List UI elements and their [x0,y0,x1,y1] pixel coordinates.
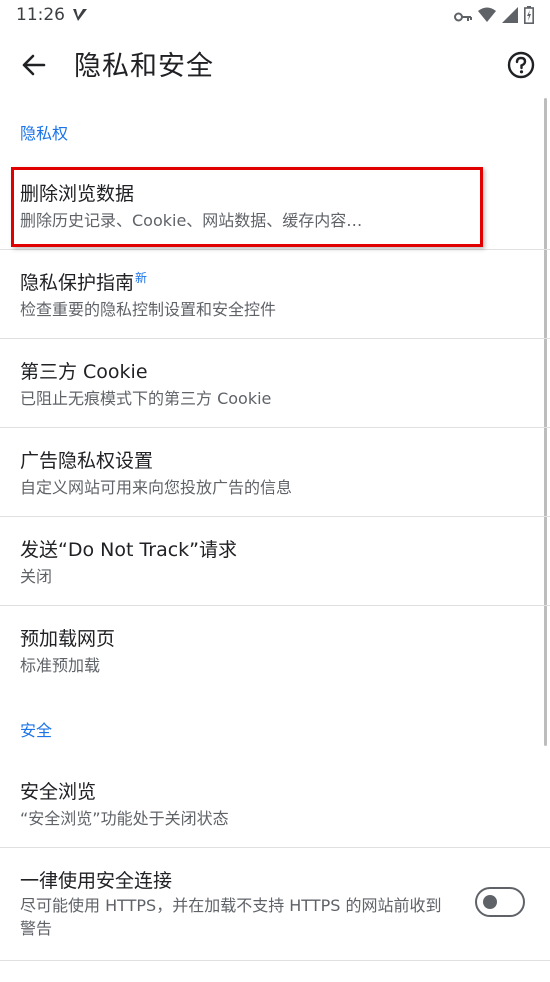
item-title: 一律使用安全连接 [20,870,173,892]
item-subtitle: 尽可能使用 HTTPS，并在加载不支持 HTTPS 的网站前收到警告 [20,896,442,938]
toolbar: 隐私和安全 [0,30,550,98]
item-title: 删除浏览数据 [20,183,135,205]
key-icon [454,8,472,27]
item-title: 安全浏览 [20,781,97,803]
battery-icon [524,6,534,28]
item-subtitle: 删除历史记录、Cookie、网站数据、缓存内容… [20,211,363,230]
status-time: 11:26 [16,5,65,25]
preload-pages-item[interactable]: 预加载网页 标准预加载 [0,607,550,695]
item-subtitle: 已阻止无痕模式下的第三方 Cookie [20,389,272,408]
always-use-secure-connections-item[interactable]: 一律使用安全连接 尽可能使用 HTTPS，并在加载不支持 HTTPS 的网站前收… [0,849,550,961]
toggle-knob [483,895,497,909]
section-header-privacy: 隐私权 [20,124,69,143]
back-arrow-icon[interactable] [18,50,48,80]
item-title: 广告隐私权设置 [20,450,154,472]
wifi-icon [478,7,496,27]
notification-v-icon [72,7,88,26]
new-badge: 新 [135,270,148,285]
item-title: 隐私保护指南 [20,272,135,294]
privacy-guide-item[interactable]: 隐私保护指南新 检查重要的隐私控制设置和安全控件 [0,251,550,339]
screen: 11:26 隐私和安全 隐私权 删除浏览数据 删除历史记录、Cookie、网站数… [0,0,550,982]
do-not-track-item[interactable]: 发送“Do Not Track”请求 关闭 [0,518,550,606]
item-title: 发送“Do Not Track”请求 [20,539,238,561]
signal-icon [502,7,518,27]
status-icons [454,6,534,28]
https-only-toggle[interactable] [475,887,525,917]
safe-browsing-item[interactable]: 安全浏览 “安全浏览”功能处于关闭状态 [0,760,550,848]
item-subtitle: 自定义网站可用来向您投放广告的信息 [20,478,293,497]
item-subtitle: 检查重要的隐私控制设置和安全控件 [20,300,277,319]
item-title-wrapper: 隐私保护指南新 [20,268,147,295]
item-subtitle: “安全浏览”功能处于关闭状态 [20,809,229,828]
ad-privacy-item[interactable]: 广告隐私权设置 自定义网站可用来向您投放广告的信息 [0,429,550,517]
status-bar: 11:26 [0,0,550,30]
section-header-security: 安全 [20,721,53,740]
third-party-cookie-item[interactable]: 第三方 Cookie 已阻止无痕模式下的第三方 Cookie [0,340,550,428]
help-icon[interactable] [506,50,536,80]
item-title: 第三方 Cookie [20,361,148,383]
clear-browsing-data-item[interactable]: 删除浏览数据 删除历史记录、Cookie、网站数据、缓存内容… [0,162,550,250]
page-title: 隐私和安全 [74,51,214,82]
item-subtitle: 关闭 [20,567,53,586]
item-subtitle: 标准预加载 [20,656,101,675]
item-title: 预加载网页 [20,628,116,650]
